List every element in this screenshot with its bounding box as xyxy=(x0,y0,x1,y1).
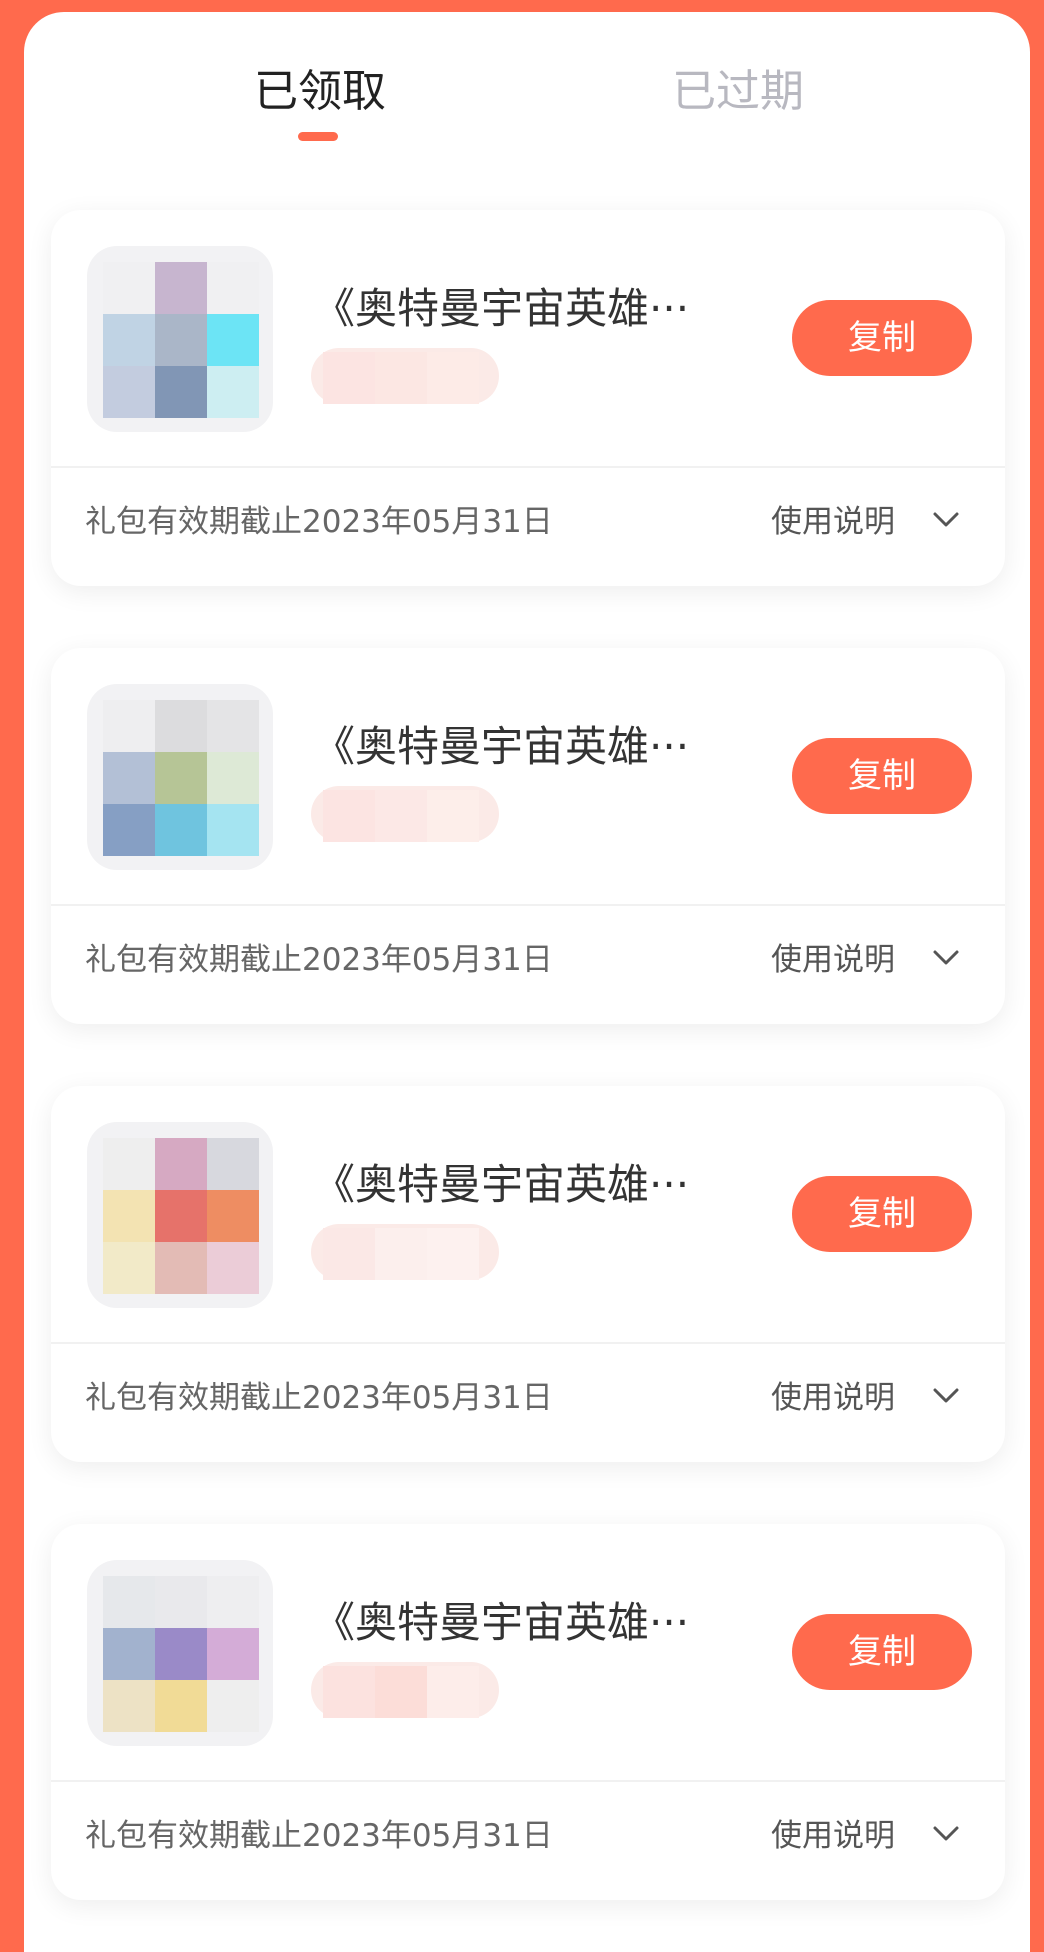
thumbnail-mosaic-cell xyxy=(207,1190,259,1242)
subtitle-mosaic-cell xyxy=(427,1228,479,1280)
gift-card-footer: 礼包有效期截止2023年05月31日 使用说明 xyxy=(51,1782,1005,1900)
gift-card-footer: 礼包有效期截止2023年05月31日 使用说明 xyxy=(51,1344,1005,1462)
thumbnail-mosaic-cell xyxy=(155,1628,207,1680)
thumbnail-mosaic-cell xyxy=(207,1242,259,1294)
thumbnail-mosaic-cell xyxy=(103,314,155,366)
instructions-label: 使用说明 xyxy=(771,1818,895,1854)
subtitle-mosaic-cell xyxy=(323,1228,375,1280)
chevron-down-icon xyxy=(933,512,959,527)
subtitle-mosaic-cell xyxy=(323,352,375,404)
thumbnail-mosaic-cell xyxy=(207,1576,259,1628)
tab-bar: 已领取 已过期 xyxy=(24,12,1030,162)
subtitle-mosaic-cell xyxy=(323,790,375,842)
thumbnail-mosaic-cell xyxy=(103,752,155,804)
game-title: 《奥特曼宇宙英雄··· xyxy=(313,722,690,771)
game-thumbnail xyxy=(87,1122,273,1308)
thumbnail-mosaic-cell xyxy=(207,1628,259,1680)
thumbnail-mosaic-cell xyxy=(103,1576,155,1628)
thumbnail-mosaic-cell xyxy=(103,700,155,752)
gift-card-footer: 礼包有效期截止2023年05月31日 使用说明 xyxy=(51,906,1005,1024)
thumbnail-mosaic-cell xyxy=(155,1242,207,1294)
thumbnail-mosaic-cell xyxy=(155,1190,207,1242)
chevron-down-icon xyxy=(933,1826,959,1841)
instructions-toggle[interactable]: 使用说明 xyxy=(771,1804,981,1868)
thumbnail-mosaic-cell xyxy=(207,752,259,804)
gift-card-header: 《奥特曼宇宙英雄··· 复制 xyxy=(51,210,1005,466)
thumbnail-mosaic-cell xyxy=(155,1576,207,1628)
thumbnail-mosaic-cell xyxy=(103,1138,155,1190)
thumbnail-mosaic-cell xyxy=(207,804,259,856)
gift-card: 《奥特曼宇宙英雄··· 复制 礼包有效期截止2023年05月31日 使用说明 xyxy=(51,1086,1005,1462)
gift-card: 《奥特曼宇宙英雄··· 复制 礼包有效期截止2023年05月31日 使用说明 xyxy=(51,648,1005,1024)
thumbnail-mosaic-cell xyxy=(207,1680,259,1732)
game-thumbnail xyxy=(87,246,273,432)
chevron-down-icon xyxy=(933,950,959,965)
thumbnail-mosaic-cell xyxy=(103,366,155,418)
tab-expired[interactable]: 已过期 xyxy=(672,62,804,122)
game-subtitle-redacted xyxy=(311,1662,499,1718)
thumbnail-mosaic-cell xyxy=(155,752,207,804)
game-title: 《奥特曼宇宙英雄··· xyxy=(313,1160,690,1209)
instructions-label: 使用说明 xyxy=(771,1380,895,1416)
instructions-toggle[interactable]: 使用说明 xyxy=(771,490,981,554)
thumbnail-mosaic-cell xyxy=(155,262,207,314)
thumbnail-mosaic-cell xyxy=(155,366,207,418)
subtitle-mosaic-cell xyxy=(375,352,427,404)
subtitle-mosaic-cell xyxy=(375,1666,427,1718)
expiry-text: 礼包有效期截止2023年05月31日 xyxy=(85,942,553,978)
thumbnail-mosaic-cell xyxy=(103,1628,155,1680)
subtitle-mosaic-cell xyxy=(427,352,479,404)
instructions-toggle[interactable]: 使用说明 xyxy=(771,1366,981,1430)
subtitle-mosaic-cell xyxy=(375,1228,427,1280)
gift-card-footer: 礼包有效期截止2023年05月31日 使用说明 xyxy=(51,468,1005,586)
chevron-down-icon xyxy=(933,1388,959,1403)
thumbnail-mosaic-cell xyxy=(155,1680,207,1732)
thumbnail-mosaic-cell xyxy=(155,314,207,366)
tab-claimed[interactable]: 已领取 xyxy=(254,62,386,122)
subtitle-mosaic-cell xyxy=(427,790,479,842)
thumbnail-mosaic-cell xyxy=(155,804,207,856)
thumbnail-mosaic-cell xyxy=(103,262,155,314)
gift-card-header: 《奥特曼宇宙英雄··· 复制 xyxy=(51,648,1005,904)
thumbnail-mosaic-cell xyxy=(103,1680,155,1732)
game-thumbnail xyxy=(87,1560,273,1746)
thumbnail-mosaic-cell xyxy=(207,1138,259,1190)
game-title: 《奥特曼宇宙英雄··· xyxy=(313,284,690,333)
expiry-text: 礼包有效期截止2023年05月31日 xyxy=(85,1380,553,1416)
thumbnail-mosaic-cell xyxy=(155,1138,207,1190)
thumbnail-mosaic-cell xyxy=(155,700,207,752)
instructions-toggle[interactable]: 使用说明 xyxy=(771,928,981,992)
gift-card-header: 《奥特曼宇宙英雄··· 复制 xyxy=(51,1086,1005,1342)
game-subtitle-redacted xyxy=(311,786,499,842)
gift-list-panel: 已领取 已过期 《奥特曼宇宙英雄··· 复制 礼包有效期截止2023年05月31… xyxy=(24,12,1030,1952)
copy-button[interactable]: 复制 xyxy=(792,300,972,376)
thumbnail-mosaic-cell xyxy=(103,804,155,856)
thumbnail-mosaic-cell xyxy=(207,314,259,366)
gift-card: 《奥特曼宇宙英雄··· 复制 礼包有效期截止2023年05月31日 使用说明 xyxy=(51,1524,1005,1900)
subtitle-mosaic-cell xyxy=(375,790,427,842)
thumbnail-mosaic-cell xyxy=(207,700,259,752)
expiry-text: 礼包有效期截止2023年05月31日 xyxy=(85,1818,553,1854)
subtitle-mosaic-cell xyxy=(427,1666,479,1718)
thumbnail-mosaic-cell xyxy=(207,262,259,314)
thumbnail-mosaic-cell xyxy=(103,1190,155,1242)
game-subtitle-redacted xyxy=(311,348,499,404)
copy-button[interactable]: 复制 xyxy=(792,1614,972,1690)
instructions-label: 使用说明 xyxy=(771,504,895,540)
instructions-label: 使用说明 xyxy=(771,942,895,978)
thumbnail-mosaic-cell xyxy=(207,366,259,418)
subtitle-mosaic-cell xyxy=(323,1666,375,1718)
game-title: 《奥特曼宇宙英雄··· xyxy=(313,1598,690,1647)
gift-card: 《奥特曼宇宙英雄··· 复制 礼包有效期截止2023年05月31日 使用说明 xyxy=(51,210,1005,586)
tab-active-indicator xyxy=(298,132,338,141)
copy-button[interactable]: 复制 xyxy=(792,738,972,814)
gift-card-header: 《奥特曼宇宙英雄··· 复制 xyxy=(51,1524,1005,1780)
thumbnail-mosaic-cell xyxy=(103,1242,155,1294)
game-subtitle-redacted xyxy=(311,1224,499,1280)
expiry-text: 礼包有效期截止2023年05月31日 xyxy=(85,504,553,540)
copy-button[interactable]: 复制 xyxy=(792,1176,972,1252)
game-thumbnail xyxy=(87,684,273,870)
